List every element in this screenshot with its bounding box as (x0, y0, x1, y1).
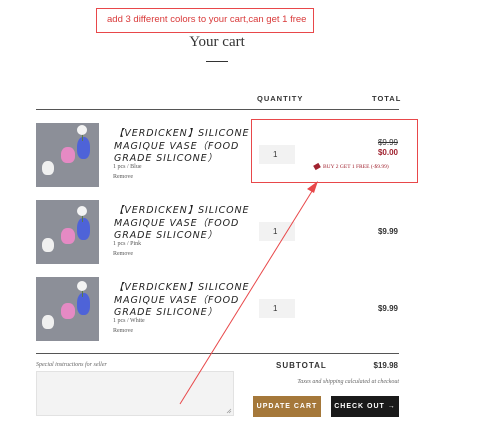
pink-vase-shape (61, 303, 75, 319)
white-vase-shape (42, 315, 54, 329)
blue-vase-shape (77, 137, 90, 159)
footer-divider (36, 353, 399, 354)
quantity-input[interactable]: 1 (259, 299, 295, 318)
tax-note: Taxes and shipping calculated at checkou… (297, 379, 399, 385)
product-variant: 1 pcs / Blue (113, 164, 142, 170)
remove-link[interactable]: Remove (113, 328, 133, 334)
line-price: $9.99 (377, 227, 398, 236)
highlight-box (251, 119, 418, 183)
product-variant: 1 pcs / Pink (113, 241, 142, 247)
product-image[interactable] (36, 277, 99, 341)
annotation-note: add 3 different colors to your cart,can … (107, 14, 307, 25)
instructions-textarea[interactable] (36, 371, 234, 416)
flower-shape (77, 281, 87, 291)
quantity-input[interactable]: 1 (259, 222, 295, 241)
white-vase-shape (42, 238, 54, 252)
flower-shape (77, 125, 87, 135)
total-header: TOTAL (372, 94, 402, 103)
title-divider (206, 61, 228, 62)
pink-vase-shape (61, 228, 75, 244)
blue-vase-shape (77, 218, 90, 240)
flower-shape (77, 206, 87, 216)
line-price: $9.99 (377, 304, 398, 313)
checkout-button[interactable]: CHECK OUT → (331, 396, 399, 417)
remove-link[interactable]: Remove (113, 251, 133, 257)
page-title: Your cart (189, 34, 245, 50)
product-image[interactable] (36, 200, 99, 264)
quantity-header: QUANTITY (257, 94, 304, 103)
product-name[interactable]: 【VERDICKEN】SILICONE MAGIQUE VASE（FOOD GR… (114, 205, 254, 243)
pink-vase-shape (61, 147, 75, 163)
subtotal-value: $19.98 (373, 361, 398, 370)
remove-link[interactable]: Remove (113, 174, 133, 180)
product-name[interactable]: 【VERDICKEN】SILICONE MAGIQUE VASE（FOOD GR… (114, 282, 254, 320)
blue-vase-shape (77, 293, 90, 315)
subtotal-label: SUBTOTAL (276, 361, 327, 370)
update-cart-button[interactable]: UPDATE CART (253, 396, 321, 417)
product-variant: 1 pcs / White (113, 318, 145, 324)
product-image[interactable] (36, 123, 99, 187)
product-name[interactable]: 【VERDICKEN】SILICONE MAGIQUE VASE（FOOD GR… (114, 128, 254, 166)
white-vase-shape (42, 161, 54, 175)
instructions-label: Special instructions for seller (36, 362, 107, 368)
resize-handle-icon[interactable] (226, 408, 232, 414)
header-divider (36, 109, 399, 110)
